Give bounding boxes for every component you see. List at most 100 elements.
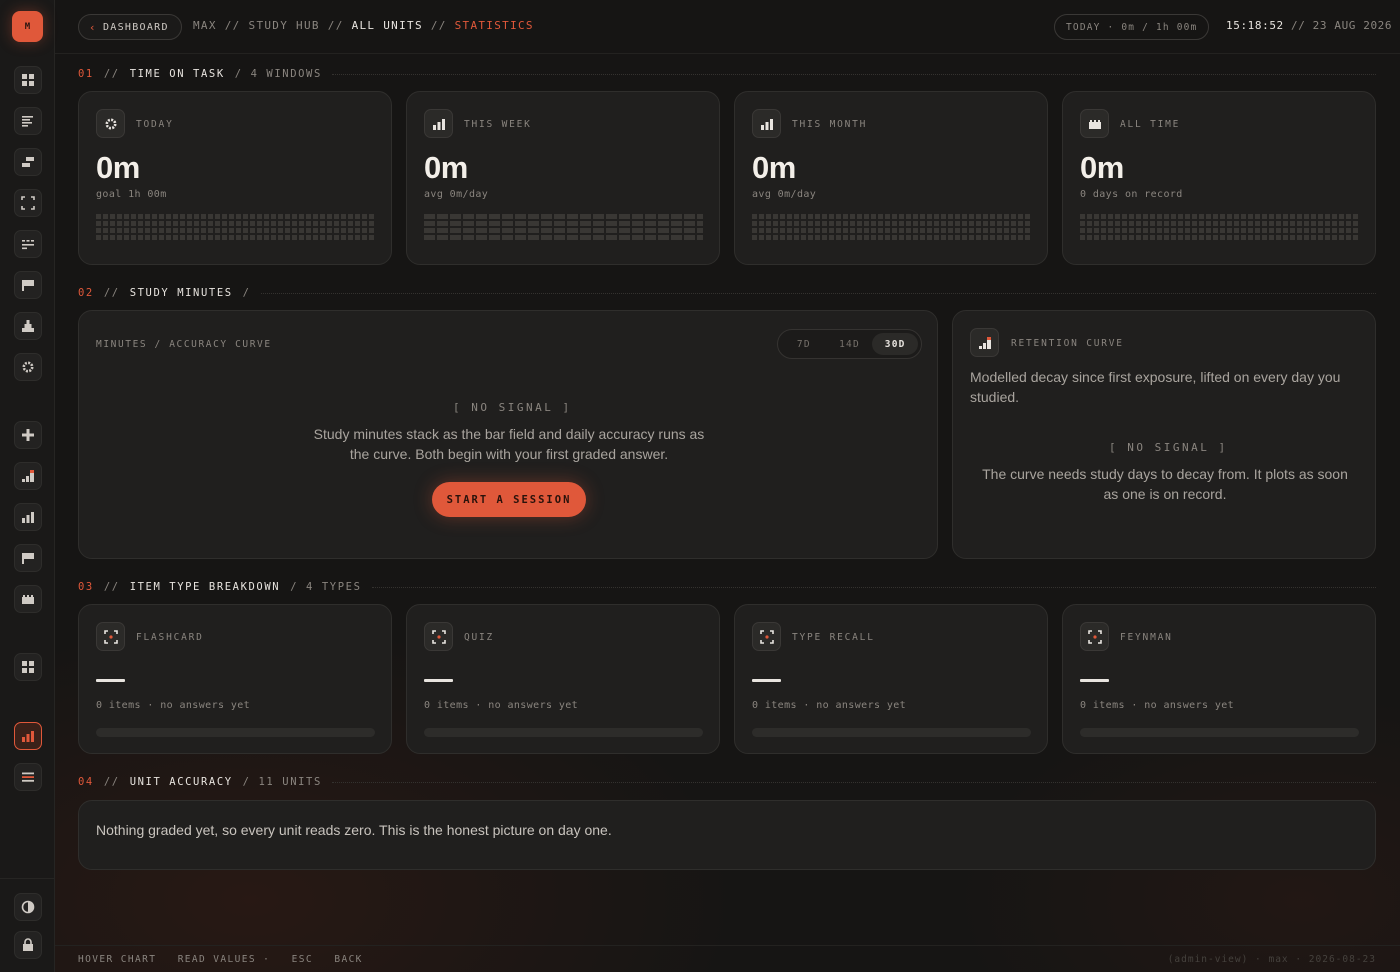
footer-meta: (admin-view) · max · 2026-08-23 — [1167, 954, 1376, 965]
section-header-time-on-task: 01 // TIME ON TASK / 4 WINDOWS — [78, 67, 1376, 81]
range-tab-7d[interactable]: 7D — [781, 333, 827, 355]
card-label: THIS WEEK — [464, 119, 532, 130]
section-rule — [371, 586, 1376, 588]
back-to-dashboard-button[interactable]: ‹ DASHBOARD — [78, 14, 182, 40]
sidebar-divider — [0, 878, 55, 879]
sidebar-item-cards[interactable] — [14, 271, 42, 299]
item-type-card-flashcard: FLASHCARD 0 items · no answers yet — [78, 604, 392, 754]
keyboard-hints: HOVER CHART READ VALUES · ESC BACK — [78, 954, 363, 965]
card-icon-box — [424, 109, 453, 138]
stack-icon — [22, 157, 34, 167]
app-logo[interactable]: M — [12, 11, 43, 42]
list-icon — [22, 116, 33, 127]
range-tab-30d[interactable]: 30D — [872, 333, 919, 355]
hint-hover-chart: HOVER CHART — [78, 954, 157, 965]
card-label: TYPE RECALL — [792, 632, 875, 643]
sidebar-item-statistics[interactable] — [14, 722, 42, 750]
chart-rising-icon — [978, 336, 991, 349]
sidebar-item-levels[interactable] — [14, 312, 42, 340]
card-icon-box — [424, 622, 453, 651]
sidebar-item-table[interactable] — [14, 230, 42, 258]
bar-chart-icon — [760, 118, 773, 130]
flag-icon — [22, 280, 34, 291]
section-header-item-types: 03 // ITEM TYPE BREAKDOWN / 4 TYPES — [78, 580, 1376, 594]
sidebar-theme-toggle[interactable] — [14, 893, 42, 921]
range-tab-14d[interactable]: 14D — [827, 333, 873, 355]
calendar-icon — [22, 595, 34, 604]
section-number: 03 — [78, 581, 94, 593]
sidebar-item-review[interactable] — [14, 544, 42, 572]
theme-toggle-icon — [21, 900, 35, 914]
top-bar: ‹ DASHBOARD MAX // STUDY HUB // ALL UNIT… — [55, 0, 1400, 54]
card-icon-box — [1080, 622, 1109, 651]
card-sub: goal 1h 00m — [96, 189, 167, 200]
section-title: UNIT ACCURACY — [129, 776, 233, 788]
sidebar-lock[interactable] — [14, 931, 42, 959]
sidebar-item-new[interactable] — [14, 421, 42, 449]
sidebar-item-bars[interactable] — [14, 503, 42, 531]
target-icon — [1087, 629, 1102, 644]
sidebar-item-focus[interactable] — [14, 189, 42, 217]
stats-icon — [22, 731, 34, 742]
breadcrumb-sep: // — [430, 19, 447, 32]
card-label: QUIZ — [464, 632, 495, 643]
section-number: 04 — [78, 776, 94, 788]
item-type-card-feynman: FEYNMAN 0 items · no answers yet — [1062, 604, 1376, 754]
card-label: RETENTION CURVE — [1011, 338, 1124, 349]
no-signal-label: [ NO SIGNAL ] — [453, 401, 572, 414]
sidebar-item-calendar[interactable] — [14, 585, 42, 613]
section-sep: // — [103, 581, 120, 593]
target-icon — [431, 629, 446, 644]
card-sub: 0 items · no answers yet — [96, 700, 251, 711]
clock-time: 15:18:52 — [1226, 19, 1284, 32]
minutes-chart-card[interactable]: MINUTES / ACCURACY CURVE 7D 14D 30D [ NO… — [78, 310, 938, 559]
card-value: 0m — [96, 150, 140, 185]
menu-icon — [22, 772, 34, 782]
target-icon — [103, 629, 118, 644]
card-label: FLASHCARD — [136, 632, 204, 643]
card-icon-box — [96, 622, 125, 651]
chart-rising-icon — [22, 470, 34, 482]
retention-curve-card: RETENTION CURVE Modelled decay since fir… — [952, 310, 1376, 559]
section-header-study-minutes: 02 // STUDY MINUTES / — [78, 286, 1376, 300]
card-sub: 0 items · no answers yet — [424, 700, 579, 711]
activity-grid — [96, 214, 375, 242]
accuracy-bar — [752, 728, 1031, 737]
breadcrumb-all-units[interactable]: ALL UNITS — [352, 19, 423, 32]
breadcrumb-max[interactable]: MAX — [193, 19, 217, 32]
sidebar-item-stack[interactable] — [14, 148, 42, 176]
activity-grid — [1080, 214, 1359, 242]
card-sub: 0 items · no answers yet — [752, 700, 907, 711]
sidebar-item-overview[interactable] — [14, 66, 42, 94]
section-number: 01 — [78, 68, 94, 80]
card-label: TODAY — [136, 119, 174, 130]
lock-icon — [23, 938, 33, 951]
section-rule — [260, 292, 1376, 294]
breadcrumb: MAX // STUDY HUB // ALL UNITS // STATIST… — [193, 19, 534, 32]
no-signal-label: [ NO SIGNAL ] — [1109, 441, 1228, 454]
empty-value-dash — [96, 679, 125, 682]
footer-bar: HOVER CHART READ VALUES · ESC BACK (admi… — [55, 945, 1400, 972]
card-sub: 0 days on record — [1080, 189, 1183, 200]
grid-icon — [22, 74, 34, 86]
empty-state-text: The curve needs study days to decay from… — [982, 466, 1348, 502]
sidebar-item-settings[interactable] — [14, 353, 42, 381]
sidebar-item-menu[interactable] — [14, 763, 42, 791]
card-icon-box — [96, 109, 125, 138]
section-sep: // — [103, 776, 120, 788]
card-label: ALL TIME — [1120, 119, 1181, 130]
sidebar-item-notes[interactable] — [14, 107, 42, 135]
accuracy-bar — [96, 728, 375, 737]
today-progress-pill: TODAY · 0m / 1h 00m — [1054, 14, 1210, 40]
breadcrumb-study-hub[interactable]: STUDY HUB — [249, 19, 320, 32]
activity-grid — [424, 214, 703, 242]
clock-date: // 23 AUG 2026 — [1291, 19, 1393, 32]
sidebar-item-units[interactable] — [14, 653, 42, 681]
section-title: TIME ON TASK — [129, 68, 225, 80]
section-sep: // — [103, 287, 120, 299]
sidebar-item-progress[interactable] — [14, 462, 42, 490]
section-header-unit-accuracy: 04 // UNIT ACCURACY / 11 UNITS — [78, 775, 1376, 789]
start-session-button[interactable]: START A SESSION — [432, 482, 586, 517]
section-tail: / — [242, 287, 251, 299]
card-label: FEYNMAN — [1120, 632, 1173, 643]
